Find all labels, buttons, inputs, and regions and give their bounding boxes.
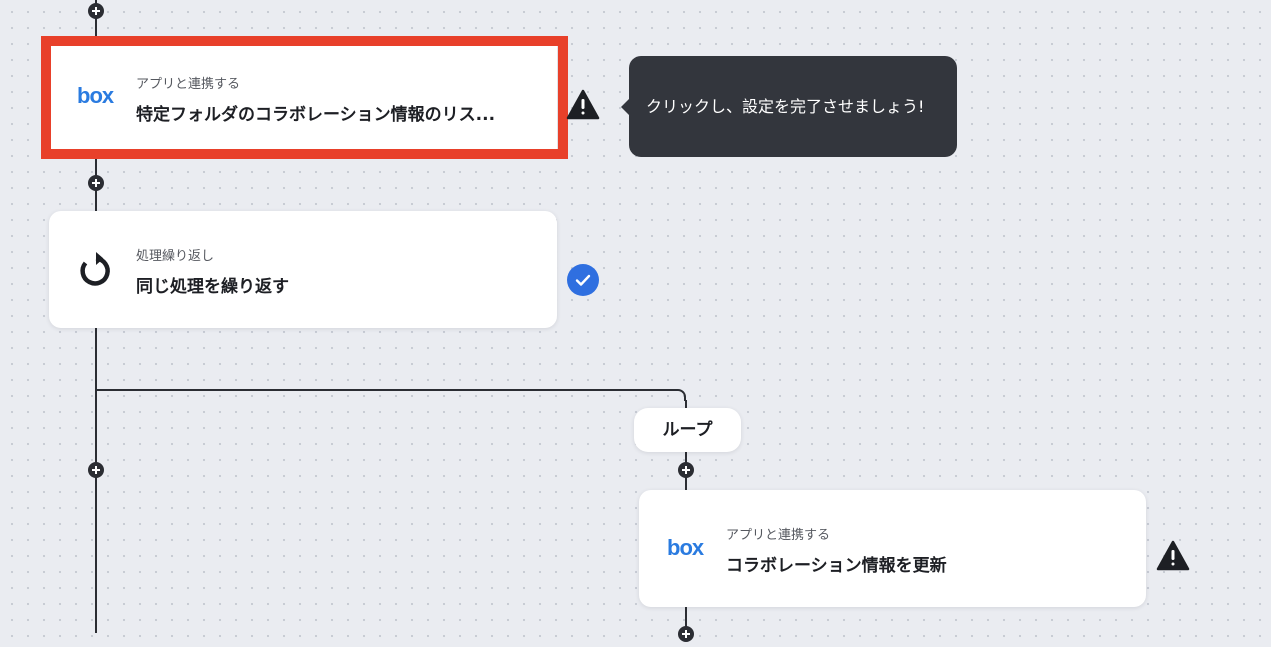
step-title: 同じ処理を繰り返す — [136, 277, 289, 297]
step-card-box-update-collaboration[interactable]: box アプリと連携する コラボレーション情報を更新 — [639, 490, 1146, 607]
add-step-plus-icon[interactable] — [678, 462, 694, 478]
add-step-plus-icon[interactable] — [88, 3, 104, 19]
add-step-plus-icon[interactable] — [88, 175, 104, 191]
step-title: コラボレーション情報を更新 — [726, 556, 947, 576]
add-step-plus-icon[interactable] — [678, 626, 694, 642]
warning-icon — [566, 89, 600, 120]
complete-check-icon — [567, 264, 599, 296]
highlight-frame — [41, 36, 568, 159]
add-step-plus-icon[interactable] — [88, 462, 104, 478]
loop-arrow-icon — [80, 252, 110, 286]
box-logo: box — [667, 535, 704, 560]
loop-branch-connector — [95, 389, 675, 391]
step-subtitle: 処理繰り返し — [136, 249, 215, 264]
setup-hint-tooltip: クリックし、設定を完了させましょう! — [621, 56, 957, 157]
step-subtitle: アプリと連携する — [726, 528, 831, 543]
loop-branch-label: ループ — [634, 408, 741, 452]
step-card-loop[interactable]: 処理繰り返し 同じ処理を繰り返す — [49, 211, 557, 328]
warning-icon — [1156, 540, 1190, 571]
